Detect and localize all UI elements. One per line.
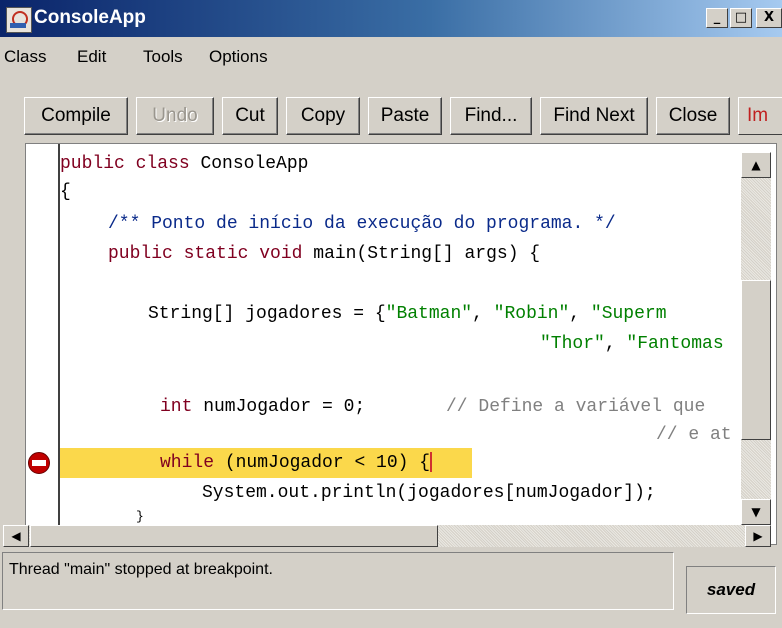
copy-button[interactable]: Copy <box>286 97 360 135</box>
compile-button[interactable]: Compile <box>24 97 128 135</box>
code-line-4: public static void main(String[] args) { <box>108 244 541 264</box>
code-line-7-comment: // Define a variável que <box>446 397 706 417</box>
menu-options[interactable]: Options <box>209 47 268 67</box>
maximize-button[interactable]: □ <box>730 8 752 28</box>
app-icon <box>6 7 32 33</box>
vertical-scroll-thumb[interactable] <box>741 280 771 440</box>
menu-bar: Class Edit Tools Options <box>0 37 782 77</box>
window-title: ConsoleApp <box>34 7 146 28</box>
find-button[interactable]: Find... <box>450 97 532 135</box>
text-cursor <box>430 452 433 473</box>
paste-button[interactable]: Paste <box>368 97 442 135</box>
menu-tools[interactable]: Tools <box>143 47 183 67</box>
title-bar: ConsoleApp _ □ X <box>0 0 782 37</box>
scroll-down-icon[interactable]: ▼ <box>741 499 771 525</box>
scroll-left-icon[interactable]: ◀ <box>3 525 29 547</box>
code-line-1: public class ConsoleApp <box>60 154 309 174</box>
code-line-5: String[] jogadores = {"Batman", "Robin",… <box>148 304 667 324</box>
scroll-right-icon[interactable]: ▶ <box>745 525 771 547</box>
code-line-10: System.out.println(jogadores[numJogador]… <box>202 483 656 503</box>
code-line-6: "Thor", "Fantomas <box>540 334 724 354</box>
find-next-button[interactable]: Find Next <box>540 97 648 135</box>
code-line-7: int numJogador = 0; <box>160 397 366 417</box>
close-window-button[interactable]: X <box>756 8 782 28</box>
breakpoint-gutter[interactable] <box>26 144 60 544</box>
minimize-button[interactable]: _ <box>706 8 728 28</box>
menu-edit[interactable]: Edit <box>77 47 106 67</box>
undo-button[interactable]: Undo <box>136 97 214 135</box>
saved-indicator: saved <box>686 566 776 614</box>
code-line-9: while (numJogador < 10) { <box>160 452 433 473</box>
implementation-button[interactable]: Im <box>738 97 782 135</box>
code-line-3: /** Ponto de início da execução do progr… <box>108 214 616 234</box>
status-message: Thread "main" stopped at breakpoint. <box>2 552 674 610</box>
toolbar: Compile Undo Cut Copy Paste Find... Find… <box>0 77 782 143</box>
menu-class[interactable]: Class <box>4 47 47 67</box>
code-line-2: { <box>60 182 71 202</box>
cut-button[interactable]: Cut <box>222 97 278 135</box>
code-line-8: // e at <box>656 425 732 445</box>
horizontal-scroll-thumb[interactable] <box>30 525 438 547</box>
scroll-up-icon[interactable]: ▲ <box>741 152 771 178</box>
breakpoint-arrow-icon[interactable] <box>28 452 50 474</box>
close-button[interactable]: Close <box>656 97 730 135</box>
